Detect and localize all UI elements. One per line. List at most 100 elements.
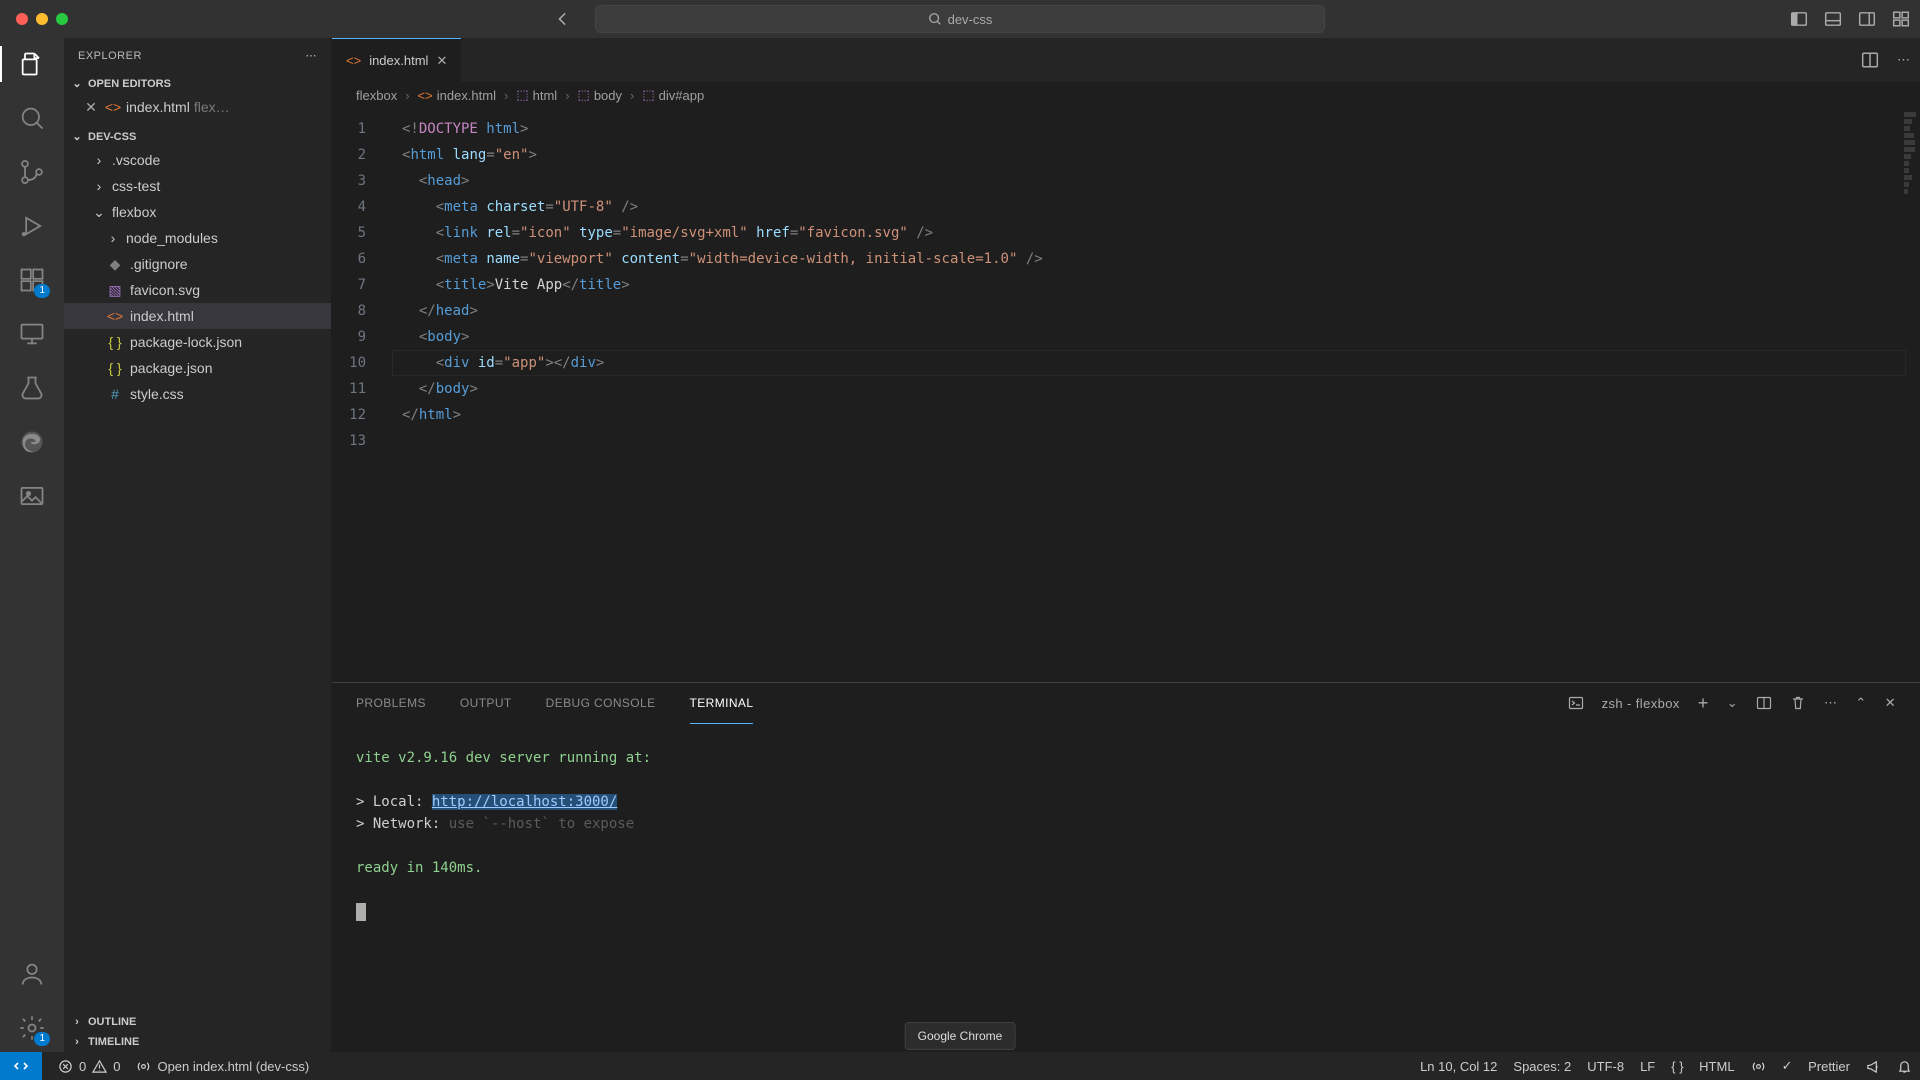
activity-search[interactable] xyxy=(16,102,48,134)
terminal-link[interactable]: http://localhost:3000/ xyxy=(432,794,617,810)
maximize-panel-icon[interactable]: ⌃ xyxy=(1855,695,1866,711)
activity-remote-explorer[interactable] xyxy=(16,318,48,350)
panel-tab-output[interactable]: OUTPUT xyxy=(460,683,512,723)
breadcrumb-item[interactable]: ⬚ div#app xyxy=(642,87,704,103)
breadcrumb-item[interactable]: ⬚ body xyxy=(578,87,623,103)
breadcrumbs[interactable]: flexbox›<> index.html›⬚ html›⬚ body›⬚ di… xyxy=(332,82,1920,108)
tree-folder[interactable]: ›.vscode xyxy=(64,147,331,173)
chevron-right-icon: › xyxy=(70,1016,84,1028)
terminal-line: use `--host` to expose xyxy=(449,816,634,832)
braces-icon: { } xyxy=(1671,1059,1683,1074)
status-feedback[interactable] xyxy=(1858,1052,1889,1080)
panel-tab-problems[interactable]: PROBLEMS xyxy=(356,683,426,723)
live-server-label: Open index.html (dev-css) xyxy=(157,1059,309,1074)
status-indent[interactable]: Spaces: 2 xyxy=(1505,1052,1579,1080)
explorer-title: EXPLORER xyxy=(78,50,142,62)
file-name: index.html xyxy=(130,308,194,324)
status-bar: 0 0 Open index.html (dev-css) Ln 10, Col… xyxy=(0,1052,1920,1080)
breadcrumb-item[interactable]: flexbox xyxy=(356,88,397,103)
activity-source-control[interactable] xyxy=(16,156,48,188)
split-terminal-icon[interactable] xyxy=(1756,695,1772,711)
badge: 1 xyxy=(34,284,50,298)
badge: 1 xyxy=(34,1032,50,1046)
breadcrumb-separator: › xyxy=(405,88,409,103)
status-eol[interactable]: LF xyxy=(1632,1052,1663,1080)
breadcrumb-separator: › xyxy=(565,88,569,103)
activity-explorer[interactable] xyxy=(16,48,48,80)
new-terminal-icon[interactable]: + xyxy=(1698,693,1709,714)
tree-file[interactable]: { }package.json xyxy=(64,355,331,381)
panel-tab-debug[interactable]: DEBUG CONSOLE xyxy=(546,683,656,723)
editor-tab[interactable]: <> index.html ✕ xyxy=(332,38,461,82)
bell-icon xyxy=(1897,1059,1912,1074)
panel-tab-terminal[interactable]: TERMINAL xyxy=(690,684,754,724)
zoom-window-button[interactable] xyxy=(56,13,68,25)
tree-file[interactable]: <> index.html xyxy=(64,303,331,329)
file-icon-css: # xyxy=(106,386,124,402)
status-go-live[interactable] xyxy=(1743,1052,1774,1080)
kill-terminal-icon[interactable] xyxy=(1790,695,1806,711)
remote-indicator[interactable] xyxy=(0,1052,42,1080)
tree-file[interactable]: { }package-lock.json xyxy=(64,329,331,355)
more-icon[interactable]: ⋯ xyxy=(306,49,318,62)
customize-layout-icon[interactable] xyxy=(1892,10,1910,28)
status-problems[interactable]: 0 0 xyxy=(50,1052,128,1080)
nav-back-icon[interactable] xyxy=(555,10,573,28)
close-icon[interactable]: ✕ xyxy=(82,99,100,116)
chevron-right-icon: › xyxy=(92,178,106,194)
close-panel-icon[interactable]: ✕ xyxy=(1885,695,1896,711)
breadcrumb-item[interactable]: ⬚ html xyxy=(516,87,557,103)
tree-folder[interactable]: ⌄flexbox xyxy=(64,199,331,225)
open-editors-header[interactable]: ⌄ OPEN EDITORS xyxy=(64,73,331,94)
toggle-panel-icon[interactable] xyxy=(1824,10,1842,28)
toggle-primary-sidebar-icon[interactable] xyxy=(1790,10,1808,28)
close-window-button[interactable] xyxy=(16,13,28,25)
code-editor[interactable]: 12345678910111213 <!DOCTYPE html><html l… xyxy=(332,108,1920,682)
tree-file[interactable]: ◆.gitignore xyxy=(64,251,331,277)
terminal-shell-label[interactable]: zsh - flexbox xyxy=(1602,696,1680,711)
status-notifications[interactable] xyxy=(1889,1052,1920,1080)
dock-tooltip: Google Chrome xyxy=(905,1022,1016,1050)
breadcrumb-item[interactable]: <> index.html xyxy=(418,88,496,103)
activity-testing[interactable] xyxy=(16,372,48,404)
command-center-text: dev-css xyxy=(948,12,993,27)
status-language[interactable]: { } HTML xyxy=(1663,1052,1742,1080)
tree-folder[interactable]: › css-test xyxy=(64,173,331,199)
editor-tabs: <> index.html ✕ ⋯ xyxy=(332,38,1920,82)
activity-image-preview[interactable] xyxy=(16,480,48,512)
outline-header[interactable]: › OUTLINE xyxy=(64,1012,331,1032)
status-prettier[interactable]: ✓ Prettier xyxy=(1774,1052,1858,1080)
broadcast-icon xyxy=(136,1059,151,1074)
open-editor-item[interactable]: ✕<>index.html flex… xyxy=(64,94,331,120)
activity-run-debug[interactable] xyxy=(16,210,48,242)
file-hint: flex… xyxy=(194,99,230,115)
toggle-secondary-sidebar-icon[interactable] xyxy=(1858,10,1876,28)
more-icon[interactable]: ⋯ xyxy=(1824,695,1837,711)
split-editor-icon[interactable] xyxy=(1861,51,1879,69)
activity-edge[interactable] xyxy=(16,426,48,458)
more-icon[interactable]: ⋯ xyxy=(1897,51,1910,69)
status-cursor[interactable]: Ln 10, Col 12 xyxy=(1412,1052,1505,1080)
status-encoding[interactable]: UTF-8 xyxy=(1579,1052,1632,1080)
tree-file[interactable]: # style.css xyxy=(64,381,331,407)
command-center[interactable]: dev-css xyxy=(595,5,1325,33)
tree-file[interactable]: ▧favicon.svg xyxy=(64,277,331,303)
activity-settings[interactable]: 1 xyxy=(16,1012,48,1044)
minimap[interactable] xyxy=(1904,112,1916,262)
minimize-window-button[interactable] xyxy=(36,13,48,25)
activity-bar: 1 1 xyxy=(0,38,64,1052)
warning-icon xyxy=(92,1059,107,1074)
terminal-body[interactable]: vite v2.9.16 dev server running at: > Lo… xyxy=(332,723,1920,1052)
file-icon-html: <> xyxy=(106,308,124,324)
close-icon[interactable]: ✕ xyxy=(436,53,447,69)
terminal-dropdown-icon[interactable]: ⌄ xyxy=(1727,695,1738,711)
folder-name: css-test xyxy=(112,178,160,194)
workspace-header[interactable]: ⌄ DEV-CSS xyxy=(64,126,331,147)
tree-folder[interactable]: ›node_modules xyxy=(64,225,331,251)
file-name: style.css xyxy=(130,386,184,402)
activity-extensions[interactable]: 1 xyxy=(16,264,48,296)
timeline-header[interactable]: › TIMELINE xyxy=(64,1032,331,1052)
activity-accounts[interactable] xyxy=(16,958,48,990)
file-name: index.html xyxy=(126,99,190,115)
status-live-server[interactable]: Open index.html (dev-css) xyxy=(128,1052,317,1080)
